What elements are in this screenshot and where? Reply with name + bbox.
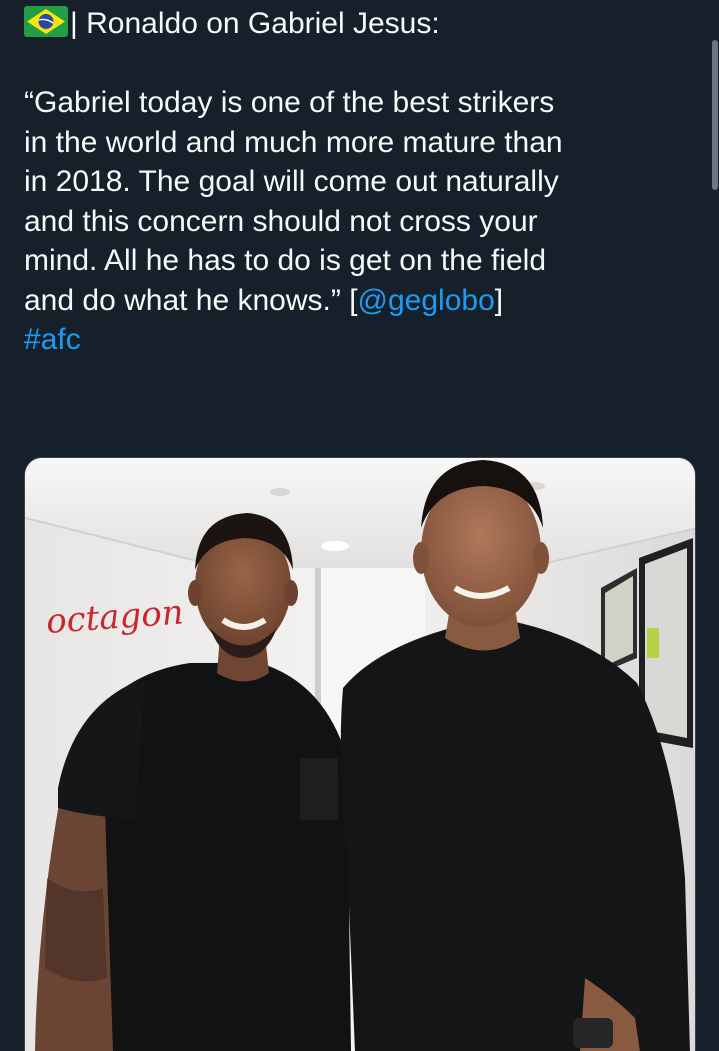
brazil-flag-icon (24, 6, 68, 37)
tweet-heading: | Ronaldo on Gabriel Jesus: (70, 7, 440, 40)
tweet-body: | Ronaldo on Gabriel Jesus: “Gabriel tod… (24, 0, 696, 360)
scrollbar-thumb[interactable] (712, 40, 718, 190)
tweet-photo[interactable]: octagon (24, 457, 696, 1051)
tweet-text: | Ronaldo on Gabriel Jesus: “Gabriel tod… (24, 4, 696, 360)
bracket-close: ] (494, 283, 504, 317)
mention-link[interactable]: @geglobo (358, 284, 495, 317)
quote-line: mind. All he has to do is get on the fie… (24, 244, 546, 277)
quote-last-line: and do what he knows.” [@geglobo] (24, 281, 696, 321)
quote-line: “Gabriel today is one of the best strike… (24, 86, 555, 119)
quote-line: and this concern should not cross your (24, 204, 538, 238)
scrollbar[interactable] (710, 0, 719, 1051)
quote-line-text: and do what he knows.” [ (24, 283, 358, 317)
quote-line: in 2018. The goal will come out naturall… (24, 165, 559, 198)
tweet-heading-line: | Ronaldo on Gabriel Jesus: (24, 4, 696, 44)
hashtag-link[interactable]: #afc (24, 320, 696, 360)
quote-line: in the world and much more mature than (24, 125, 563, 159)
photo-illustration: octagon (25, 458, 695, 1051)
